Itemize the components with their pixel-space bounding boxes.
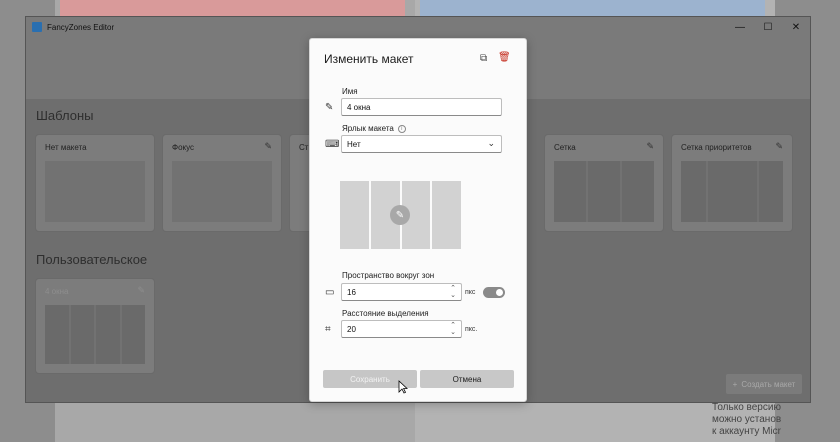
rename-icon: ✎: [325, 102, 334, 113]
cancel-button[interactable]: Отмена: [420, 370, 514, 388]
spacing-icon: ▭: [325, 287, 335, 298]
spacing-input-value: 16: [347, 287, 356, 297]
toggle-knob: [496, 289, 503, 296]
plus-icon: +: [732, 379, 738, 389]
name-input-value: 4 окна: [347, 102, 371, 112]
minimize-button[interactable]: —: [726, 17, 754, 37]
layout-card-grid[interactable]: Сетка ✎: [545, 135, 663, 231]
edit-layout-dialog: Изменить макет ⧉ 🗑 Имя ✎ 4 окна Ярлык ма…: [309, 38, 527, 402]
layout-thumbnail: [45, 305, 145, 364]
layout-thumbnail: [45, 161, 145, 222]
layout-card-label: Фокус: [172, 143, 195, 152]
shortcut-dropdown[interactable]: Нет ⌄: [341, 135, 502, 153]
close-button[interactable]: ✕: [782, 17, 810, 37]
background-text-line: к аккаунту Micr: [712, 426, 782, 437]
spacing-unit: пкс: [465, 289, 476, 296]
zone: [681, 161, 706, 222]
info-icon[interactable]: i: [397, 124, 406, 133]
layout-thumbnail: [172, 161, 272, 222]
edit-pencil-icon[interactable]: ✎: [137, 285, 145, 296]
zone: [45, 305, 69, 364]
layout-thumbnail: [554, 161, 654, 222]
spinner-arrows-icon[interactable]: ⌃ ⌄: [450, 285, 456, 299]
chevron-down-icon: ⌄: [487, 138, 495, 148]
layout-card-priority-grid[interactable]: Сетка приоритетов ✎: [672, 135, 792, 231]
layout-thumbnail: [681, 161, 783, 222]
spacing-label: Пространство вокруг зон: [342, 271, 435, 280]
zone: [70, 305, 94, 364]
edit-layout-pencil-icon[interactable]: ✎: [390, 205, 410, 225]
distance-icon: ⌗: [325, 324, 331, 335]
distance-unit: пкс.: [465, 326, 478, 333]
background-text: Только версию можно установ к аккаунту M…: [712, 402, 822, 438]
keyboard-icon: ⌨: [325, 139, 340, 150]
background-strip-blue: [420, 0, 765, 16]
window-controls: — ☐ ✕: [726, 17, 810, 37]
duplicate-icon[interactable]: ⧉: [480, 53, 487, 64]
layout-card-none[interactable]: Нет макета: [36, 135, 154, 231]
zone: [588, 161, 620, 222]
maximize-button[interactable]: ☐: [754, 17, 782, 37]
name-label: Имя: [342, 87, 358, 96]
zone: [758, 161, 783, 222]
delete-icon[interactable]: 🗑: [498, 52, 511, 63]
zone: [121, 305, 145, 364]
name-input[interactable]: 4 окна: [341, 98, 502, 116]
background-text-line: можно установ: [712, 414, 782, 425]
edit-pencil-icon[interactable]: ✎: [264, 141, 272, 152]
layout-card-focus[interactable]: Фокус ✎: [163, 135, 281, 231]
shortcut-label: Ярлык макета i: [342, 124, 406, 133]
background-text-line: Только версию: [712, 402, 781, 413]
distance-input[interactable]: 20 ⌃ ⌄: [341, 320, 462, 338]
fancyzones-app-icon: [32, 22, 42, 32]
layout-card-label: 4 окна: [45, 287, 69, 296]
layout-card-label: Ст: [299, 143, 309, 152]
zone: [622, 161, 654, 222]
templates-heading: Шаблоны: [36, 108, 94, 123]
custom-heading: Пользовательское: [36, 252, 148, 267]
preview-zone: [432, 181, 461, 249]
title-bar: FancyZones Editor: [26, 17, 810, 37]
zone: [554, 161, 586, 222]
background-strip-pink: [60, 0, 405, 16]
create-layout-label: Создать макет: [741, 379, 796, 389]
zone: [96, 305, 120, 364]
distance-input-value: 20: [347, 324, 356, 334]
preview-zone: [340, 181, 369, 249]
shortcut-label-text: Ярлык макета: [342, 124, 394, 133]
layout-card-label: Нет макета: [45, 143, 87, 152]
window-title: FancyZones Editor: [47, 22, 115, 32]
distance-label: Расстояние выделения: [342, 309, 429, 318]
layout-card-label: Сетка приоритетов: [681, 143, 752, 152]
create-layout-button[interactable]: + Создать макет: [726, 374, 802, 394]
dialog-title: Изменить макет: [324, 52, 414, 66]
layout-card-custom-4-windows[interactable]: 4 окна ✎: [36, 279, 154, 373]
zone: [707, 161, 757, 222]
spacing-input[interactable]: 16 ⌃ ⌄: [341, 283, 462, 301]
mouse-cursor-icon: [398, 380, 408, 394]
edit-pencil-icon[interactable]: ✎: [775, 141, 783, 152]
layout-card-label: Сетка: [554, 143, 576, 152]
spacing-toggle[interactable]: [483, 287, 505, 298]
shortcut-dropdown-value: Нет: [347, 139, 361, 149]
spinner-arrows-icon[interactable]: ⌃ ⌄: [450, 322, 456, 336]
edit-pencil-icon[interactable]: ✎: [646, 141, 654, 152]
